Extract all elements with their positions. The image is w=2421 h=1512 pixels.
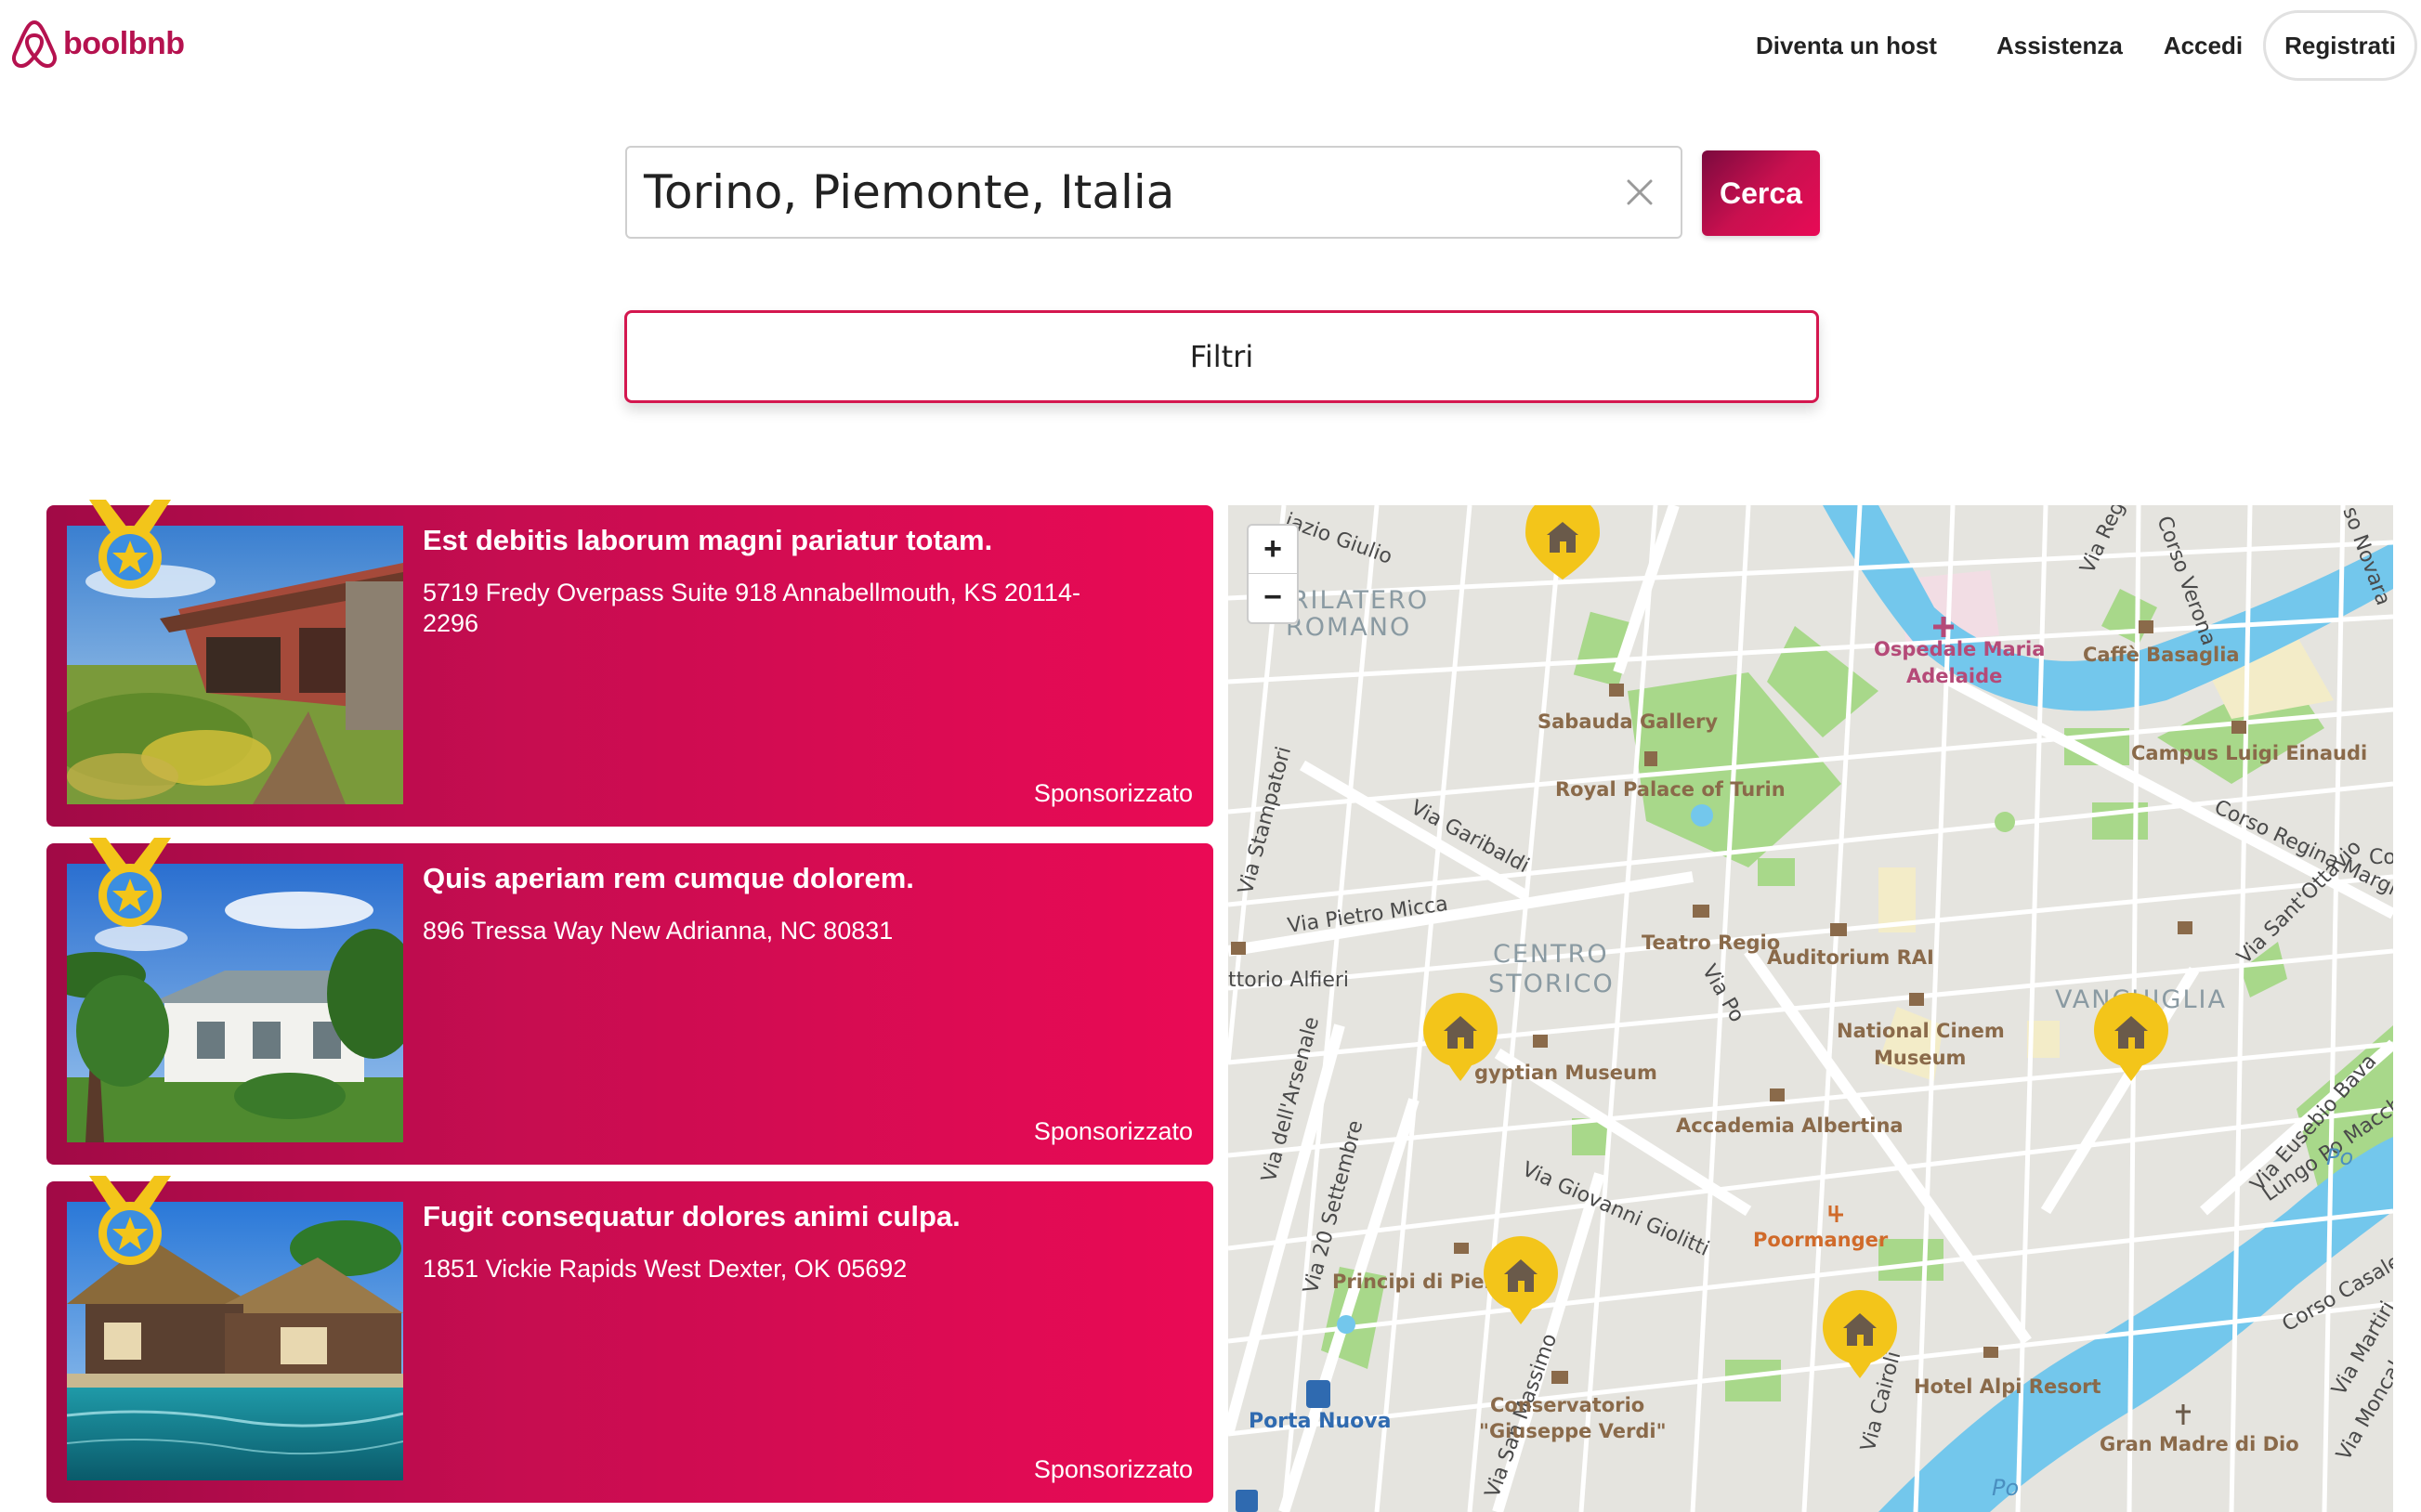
map-street-label: Co xyxy=(2369,846,2393,869)
map-poi-label: Hotel Alpi Resort xyxy=(1914,1375,2101,1398)
listing-card[interactable]: Est debitis laborum magni pariatur totam… xyxy=(46,500,1213,827)
map-poi-label: Auditorium RAI xyxy=(1767,946,1934,969)
map-district-label: ROMANO xyxy=(1286,613,1411,642)
search-box: Torino, Piemonte, Italia xyxy=(625,146,1682,239)
map-poi-label: Ospedale Maria xyxy=(1874,638,2045,660)
map-street-label: ttorio Alfieri xyxy=(1228,969,1349,992)
map-river-label: Po xyxy=(2326,1144,2353,1170)
map-canvas[interactable]: Via Garibaldi Via Pietro Micca Via Po Vi… xyxy=(1228,505,2393,1512)
zoom-control: + − xyxy=(1247,524,1299,624)
sponsored-badge: Sponsorizzato xyxy=(1033,779,1193,807)
map-district-label: CENTRO xyxy=(1493,940,1609,969)
nav-links: Diventa un host Assistenza Accedi Regist… xyxy=(1735,9,2417,82)
map-poi-label: Teatro Regio xyxy=(1642,932,1780,954)
login-link[interactable]: Accedi xyxy=(2143,9,2263,82)
map-view[interactable]: Via Garibaldi Via Pietro Micca Via Po Vi… xyxy=(1228,505,2393,1512)
map-poi-label: Adelaide xyxy=(1906,665,2002,687)
listing-title[interactable]: Quis aperiam rem cumque dolorem. xyxy=(423,862,914,895)
map-poi-label: gyptian Museum xyxy=(1474,1062,1657,1084)
map-poi-label: Caffè Basaglia xyxy=(2083,644,2240,666)
filters-button[interactable]: Filtri xyxy=(624,310,1819,403)
listing-title[interactable]: Est debitis laborum magni pariatur totam… xyxy=(423,524,992,557)
sponsored-badge: Sponsorizzato xyxy=(1033,1117,1193,1145)
listing-address: 5719 Fredy Overpass Suite 918 Annabellmo… xyxy=(423,579,1080,637)
register-button[interactable]: Registrati xyxy=(2263,10,2417,81)
search-input[interactable]: Torino, Piemonte, Italia xyxy=(644,148,1601,237)
top-navbar: boolbnb Diventa un host Assistenza Acced… xyxy=(0,0,2421,93)
clear-icon[interactable] xyxy=(1617,170,1662,215)
medal-icon xyxy=(89,838,171,927)
zoom-in-button[interactable]: + xyxy=(1249,526,1297,574)
map-poi-label: National Cinem xyxy=(1837,1020,2005,1042)
listing-address: 896 Tressa Way New Adrianna, NC 80831 xyxy=(423,917,894,945)
map-poi-label: Conservatorio xyxy=(1490,1394,1644,1416)
zoom-out-button[interactable]: − xyxy=(1249,574,1297,622)
search-button[interactable]: Cerca xyxy=(1702,150,1820,236)
map-poi-label: Gran Madre di Dio xyxy=(2100,1433,2299,1455)
listing-title[interactable]: Fugit consequatur dolores animi culpa. xyxy=(423,1200,961,1233)
map-poi-label: Accademia Albertina xyxy=(1676,1114,1904,1137)
map-river-label: Po xyxy=(1992,1475,2019,1501)
help-link[interactable]: Assistenza xyxy=(1976,9,2143,82)
medal-icon xyxy=(89,1176,171,1265)
map-poi-label: Museum xyxy=(1874,1047,1966,1069)
airbnb-logo-icon xyxy=(11,20,58,68)
map-district-label: STORICO xyxy=(1488,970,1615,998)
map-poi-label: Campus Luigi Einaudi xyxy=(2131,742,2367,764)
map-poi-label: Poormanger xyxy=(1753,1229,1889,1251)
medal-icon xyxy=(89,500,171,589)
map-poi-label: Sabauda Gallery xyxy=(1538,710,1718,733)
map-poi-label: Principi di Piem xyxy=(1332,1271,1504,1293)
sponsored-badge: Sponsorizzato xyxy=(1033,1455,1193,1483)
map-poi-label: "Giuseppe Verdi" xyxy=(1479,1420,1667,1442)
listing-address: 1851 Vickie Rapids West Dexter, OK 05692 xyxy=(423,1255,908,1283)
become-host-link[interactable]: Diventa un host xyxy=(1735,9,1957,82)
brand-name: boolbnb xyxy=(63,25,185,61)
brand-logo[interactable]: boolbnb xyxy=(9,17,185,71)
map-poi-label: Royal Palace of Turin xyxy=(1555,778,1786,801)
listing-card[interactable]: Fugit consequatur dolores animi culpa. 1… xyxy=(46,1176,1213,1503)
listing-card[interactable]: Quis aperiam rem cumque dolorem. 896 Tre… xyxy=(46,838,1213,1165)
map-poi-label: Porta Nuova xyxy=(1249,1410,1391,1433)
